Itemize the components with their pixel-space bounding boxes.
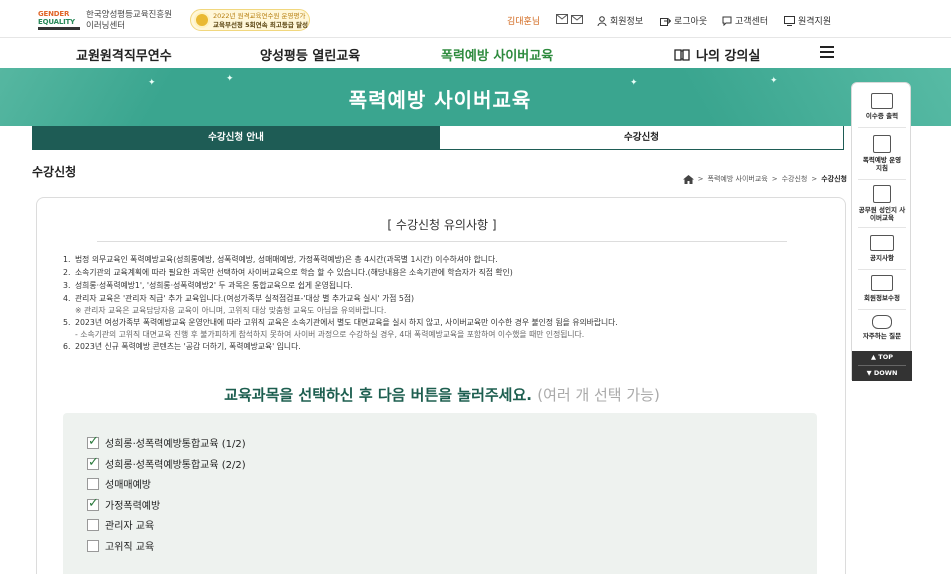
monitor-icon [784, 15, 795, 26]
nav-item-teacher-training[interactable]: 교원원격직무연수 [76, 45, 172, 64]
list-item: 3. 성희롱·성폭력예방1', '성희롱·성폭력예방2' 두 과목은 통합교육으로… [63, 281, 353, 290]
scroll-buttons: ▲ TOP ▼ DOWN [852, 351, 912, 381]
course-option[interactable]: 성희롱·성폭력예방통합교육 (2/2) [87, 455, 246, 471]
top-header: GENDER EQUALITY 한국양성평등교육진흥원 이러닝센터 2022년 … [0, 0, 951, 38]
message-icons[interactable] [556, 14, 583, 24]
course-option[interactable]: 성매매예방 [87, 476, 151, 491]
breadcrumb-item[interactable]: 수강신청 [782, 174, 808, 184]
chat-bubble-icon [722, 16, 732, 26]
award-badge: 2022년 원격교육연수원 운영평가 교육부선정 5회연속 최고등급 달성 [190, 9, 310, 31]
gender-equality-logo[interactable]: GENDER EQUALITY [38, 10, 80, 32]
checkbox[interactable] [87, 518, 99, 531]
quick-item-gender-cyber[interactable]: 공무원 성인지 사이버교육 [852, 185, 912, 222]
certificate-icon [871, 93, 893, 109]
mail-icon[interactable] [571, 14, 583, 24]
checkbox[interactable] [87, 477, 99, 490]
medal-icon [194, 12, 210, 28]
quick-item-edit-profile[interactable]: 회원정보수정 [852, 275, 912, 302]
checkbox[interactable] [87, 539, 99, 552]
nav-item-gender-equality[interactable]: 양성평등 열린교육 [260, 45, 360, 64]
main-nav: 교원원격직무연수 양성평등 열린교육 폭력예방 사이버교육 나의 강의실 [0, 38, 951, 68]
course-option[interactable]: 성희롱·성폭력예방통합교육 (1/2) [87, 434, 246, 450]
list-item-note: ※ 관리자 교육은 교육담당자용 교육이 아니며, 고위직 대상 맞춤형 교육도… [75, 306, 387, 315]
member-info-link[interactable]: 회원정보 [597, 14, 643, 27]
list-item: 4. 관리자 교육은 '관리자 직급' 추가 교육입니다.(여성가족부 실적점검표… [63, 294, 415, 303]
checkbox[interactable] [87, 455, 99, 470]
breadcrumb: > 폭력예방 사이버교육 > 수강신청 > 수강신청 [682, 174, 847, 184]
quick-item-certificate[interactable]: 이수증 출력 [852, 93, 912, 120]
enrollment-card: [ 수강신청 유의사항 ] 1. 법정 의무교육인 폭력예방교육(성희롱예방, 성… [36, 197, 846, 574]
scroll-down-button[interactable]: ▼ DOWN [852, 367, 912, 380]
notice-rules: 1. 법정 의무교육인 폭력예방교육(성희롱예방, 성폭력예방, 성매매예방, 가… [63, 253, 833, 353]
message-icon[interactable] [556, 14, 568, 24]
list-item: 2. 소속기관의 교육계획에 따라 필요한 과목만 선택하여 사이버교육으로 학습… [63, 268, 513, 277]
breadcrumb-current: 수강신청 [821, 175, 847, 183]
course-option[interactable]: 관리자 교육 [87, 517, 154, 532]
id-card-icon [871, 275, 893, 291]
user-icon [597, 15, 607, 26]
list-item: 5. 2023년 여성가족부 폭력예방교육 운영안내에 따라 고위직 교육은 소속… [63, 318, 618, 327]
menu-hamburger-icon[interactable] [820, 46, 834, 58]
scroll-top-button[interactable]: ▲ TOP [852, 351, 912, 364]
page-title: 수강신청 [32, 165, 77, 179]
course-option[interactable]: 고위직 교육 [87, 538, 154, 553]
selection-instruction: 교육과목을 선택하신 후 다음 버튼을 눌러주세요. (여러 개 선택 가능) [224, 386, 660, 404]
page-banner: ✦ ✦ ✦ ✦ 폭력예방 사이버교육 [0, 68, 951, 126]
chevron-right-icon: > [811, 175, 818, 183]
tab-enrollment-guide[interactable]: 수강신청 안내 [32, 126, 440, 150]
home-icon[interactable] [682, 174, 694, 184]
book-icon [674, 48, 690, 61]
document-icon [873, 135, 891, 153]
customer-center-link[interactable]: 고객센터 [722, 14, 768, 27]
book-icon [873, 185, 891, 203]
quick-item-notice[interactable]: 공지사항 [852, 235, 912, 262]
list-item: 1. 법정 의무교육인 폭력예방교육(성희롱예방, 성폭력예방, 성매매예방, 가… [63, 255, 498, 264]
list-item: 6. 2023년 신규 폭력예방 콘텐츠는 '공감 더하기, 폭력예방교육' 입니… [63, 342, 301, 351]
remote-support-link[interactable]: 원격지원 [784, 14, 831, 27]
breadcrumb-item[interactable]: 폭력예방 사이버교육 [708, 174, 768, 184]
course-option[interactable]: 가정폭력예방 [87, 496, 160, 512]
laptop-icon [870, 235, 894, 251]
org-name[interactable]: 한국양성평등교육진흥원 이러닝센터 [86, 10, 172, 32]
chevron-right-icon: > [771, 175, 778, 183]
quick-item-faq[interactable]: 자주하는 질문 [852, 315, 912, 340]
logout-link[interactable]: 로그아웃 [660, 14, 707, 27]
chevron-right-icon: > [697, 175, 704, 183]
nav-item-violence-prevention[interactable]: 폭력예방 사이버교육 [441, 45, 553, 64]
checkbox[interactable] [87, 434, 99, 449]
sparkle-icon: ✦ [226, 74, 234, 84]
speech-bubble-icon [872, 315, 892, 329]
logout-icon [660, 17, 671, 26]
tab-enrollment[interactable]: 수강신청 [440, 126, 844, 150]
user-name: 김대훈님 [507, 17, 541, 27]
banner-title: 폭력예방 사이버교육 [348, 88, 532, 112]
nav-item-my-classroom[interactable]: 나의 강의실 [674, 45, 760, 64]
checkbox[interactable] [87, 496, 99, 511]
list-item-note: - 소속기관의 고위직 대면교육 진행 후 불가피하게 참석하지 못하여 사이버… [75, 330, 585, 339]
course-selection-box: 성희롱·성폭력예방통합교육 (1/2) 성희롱·성폭력예방통합교육 (2/2) … [63, 413, 817, 574]
quick-item-guideline[interactable]: 폭력예방 운영지침 [852, 135, 912, 172]
quick-menu: 이수증 출력 폭력예방 운영지침 공무원 성인지 사이버교육 공지사항 회원정보… [851, 82, 912, 381]
notice-heading: [ 수강신청 유의사항 ] [97, 216, 787, 242]
